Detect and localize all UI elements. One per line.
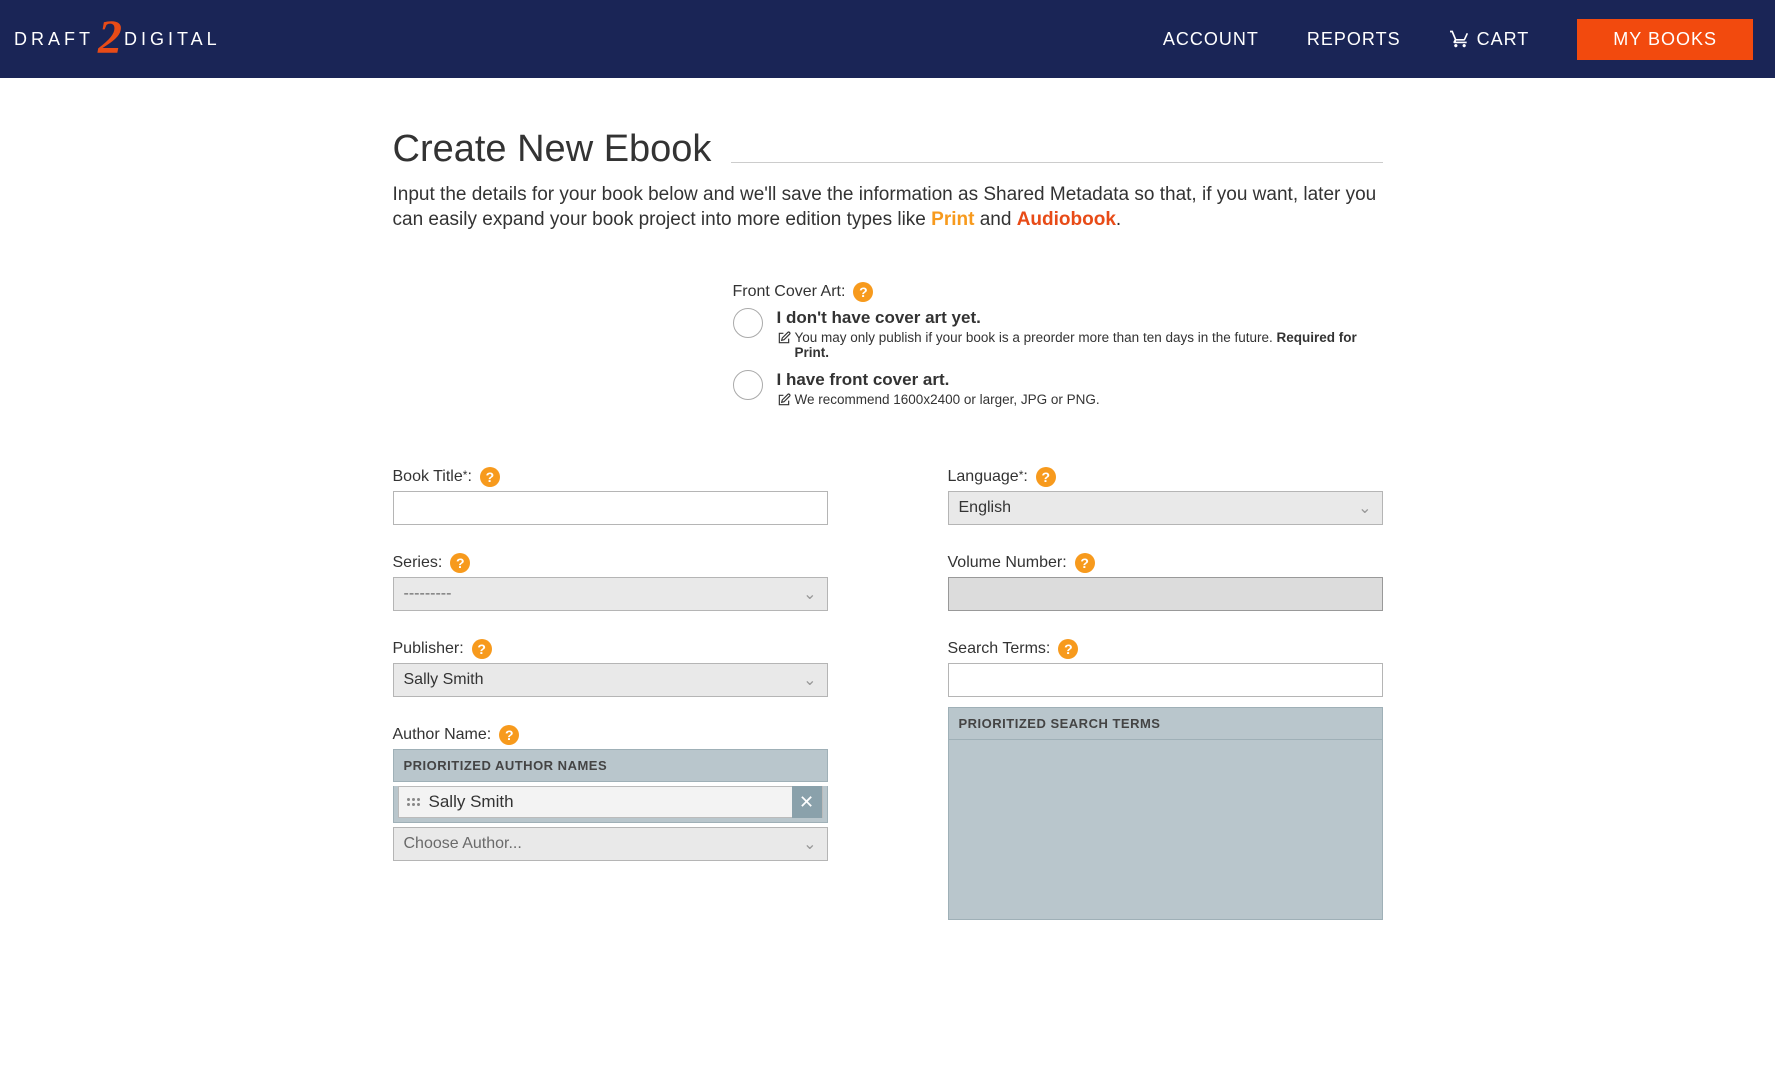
radio-no-cover[interactable] [733, 308, 763, 338]
drag-handle-icon[interactable] [407, 798, 423, 806]
form-left-column: Book Title*: ? Series: ? --------- ⌄ Pub… [393, 467, 828, 920]
intro-text: Input the details for your book below an… [393, 183, 1383, 232]
search-terms-panel-body [948, 740, 1383, 920]
volume-number-label: Volume Number: [948, 554, 1067, 572]
audiobook-link[interactable]: Audiobook [1017, 209, 1116, 230]
page-title: Create New Ebook [393, 128, 712, 171]
cover-option-none[interactable]: I don't have cover art yet. You may only… [733, 308, 1383, 360]
logo-text-left: DRAFT [14, 29, 94, 50]
chevron-down-icon: ⌄ [1358, 498, 1371, 518]
chevron-down-icon: ⌄ [803, 584, 816, 604]
remove-author-button[interactable]: ✕ [792, 786, 822, 818]
radio-have-cover[interactable] [733, 370, 763, 400]
help-icon[interactable]: ? [472, 639, 492, 659]
logo-text-right: DIGITAL [124, 29, 221, 50]
form-right-column: Language*: ? English ⌄ Volume Number: ? … [948, 467, 1383, 920]
help-icon[interactable]: ? [853, 282, 873, 302]
help-icon[interactable]: ? [1075, 553, 1095, 573]
author-tag-name: Sally Smith [429, 792, 792, 812]
title-divider [731, 162, 1382, 163]
logo[interactable]: DRAFT 2 DIGITAL [14, 12, 221, 67]
choose-author-select[interactable]: Choose Author... ⌄ [393, 827, 828, 861]
help-icon[interactable]: ? [480, 467, 500, 487]
search-terms-input[interactable] [948, 663, 1383, 697]
nav-reports[interactable]: REPORTS [1307, 29, 1401, 50]
main-content: Create New Ebook Input the details for y… [393, 78, 1383, 920]
series-select[interactable]: --------- ⌄ [393, 577, 828, 611]
help-icon[interactable]: ? [1058, 639, 1078, 659]
book-title-input[interactable] [393, 491, 828, 525]
radio-have-cover-title: I have front cover art. [777, 370, 1100, 390]
my-books-button[interactable]: MY BOOKS [1577, 19, 1753, 60]
print-link[interactable]: Print [931, 209, 974, 230]
edit-icon [777, 331, 791, 345]
author-tag[interactable]: Sally Smith ✕ [398, 786, 823, 818]
search-terms-panel-header: PRIORITIZED SEARCH TERMS [948, 707, 1383, 740]
nav-cart[interactable]: CART [1449, 29, 1530, 50]
author-panel-header: PRIORITIZED AUTHOR NAMES [393, 749, 828, 782]
edit-icon [777, 393, 791, 407]
chevron-down-icon: ⌄ [803, 834, 816, 854]
volume-number-input [948, 577, 1383, 611]
cover-art-section: Front Cover Art: ? I don't have cover ar… [393, 282, 1383, 407]
publisher-label: Publisher: [393, 640, 464, 658]
nav-account[interactable]: ACCOUNT [1163, 29, 1259, 50]
primary-nav: ACCOUNT REPORTS CART MY BOOKS [1163, 19, 1753, 60]
top-nav-header: DRAFT 2 DIGITAL ACCOUNT REPORTS CART MY … [0, 0, 1775, 78]
cart-icon [1449, 29, 1471, 49]
language-label: Language [948, 468, 1019, 485]
radio-no-cover-title: I don't have cover art yet. [777, 308, 1383, 328]
chevron-down-icon: ⌄ [803, 670, 816, 690]
search-terms-label: Search Terms: [948, 640, 1051, 658]
nav-cart-label: CART [1477, 29, 1530, 50]
help-icon[interactable]: ? [450, 553, 470, 573]
language-select[interactable]: English ⌄ [948, 491, 1383, 525]
help-icon[interactable]: ? [1036, 467, 1056, 487]
publisher-select[interactable]: Sally Smith ⌄ [393, 663, 828, 697]
form-grid: Book Title*: ? Series: ? --------- ⌄ Pub… [393, 467, 1383, 920]
author-panel-body: Sally Smith ✕ [393, 786, 828, 823]
author-name-label: Author Name: [393, 726, 492, 744]
logo-2-icon: 2 [98, 10, 122, 65]
cover-art-label: Front Cover Art: [733, 283, 846, 301]
book-title-label: Book Title [393, 468, 463, 485]
cover-option-have[interactable]: I have front cover art. We recommend 160… [733, 370, 1383, 407]
help-icon[interactable]: ? [499, 725, 519, 745]
series-label: Series: [393, 554, 443, 572]
